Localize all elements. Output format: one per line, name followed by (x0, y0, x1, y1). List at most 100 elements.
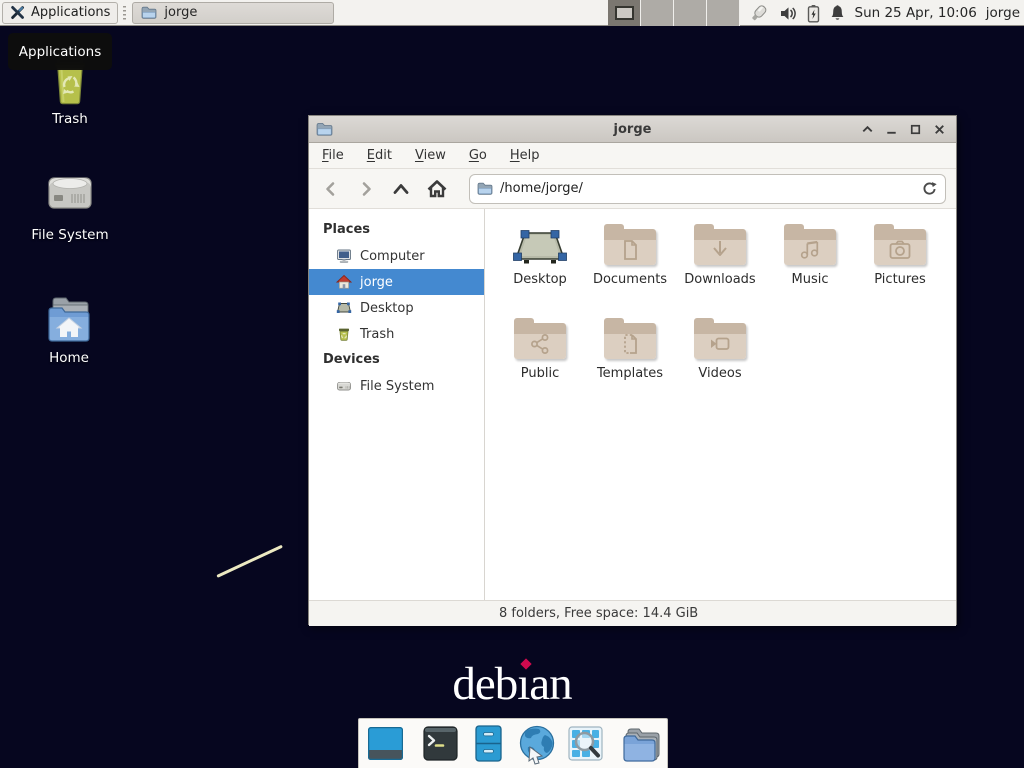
window-titlebar[interactable]: jorge (309, 116, 956, 143)
filesystem-label: File System (31, 227, 108, 243)
desktop-desk-icon (512, 224, 568, 265)
battery-charging-icon[interactable] (807, 4, 820, 23)
computer-icon (336, 248, 352, 264)
folder-item-pictures[interactable]: Pictures (855, 224, 945, 287)
location-bar[interactable]: /home/jorge/ (469, 174, 946, 204)
folder-item-documents[interactable]: Documents (585, 224, 675, 287)
menu-view[interactable]: View (415, 148, 446, 163)
taskbar-window-button[interactable]: jorge (132, 2, 334, 24)
sidebar-item-label: Computer (360, 249, 425, 264)
sidebar-item-label: Trash (360, 327, 394, 342)
location-path[interactable]: /home/jorge/ (500, 181, 914, 196)
menu-file[interactable]: File (322, 148, 344, 163)
location-folder-icon (477, 182, 493, 195)
maximize-button[interactable] (907, 121, 924, 138)
file-cabinet-icon[interactable] (468, 723, 509, 764)
status-bar: 8 folders, Free space: 14.4 GiB (309, 600, 956, 626)
panel-clock[interactable]: Sun 25 Apr, 10:06 (855, 5, 977, 21)
applications-menu-label: Applications (31, 5, 110, 20)
terminal-icon[interactable] (420, 723, 461, 764)
pointer-cursor (216, 545, 283, 578)
sidebar-item-label: File System (360, 379, 434, 394)
taskbar-window-label: jorge (164, 5, 197, 20)
toolbar: /home/jorge/ (309, 169, 956, 209)
sidebar-item-desktop[interactable]: Desktop (309, 295, 484, 321)
application-finder-icon[interactable] (565, 723, 606, 764)
devices-header: Devices (309, 347, 484, 373)
mouse-tray-icon[interactable] (748, 3, 770, 23)
status-text: 8 folders, Free space: 14.4 GiB (499, 606, 698, 621)
xfce-applications-icon (10, 5, 25, 20)
workspace-1[interactable] (608, 0, 641, 26)
home-folder-icon (43, 295, 95, 345)
back-button[interactable] (321, 179, 341, 199)
reload-icon[interactable] (921, 180, 938, 197)
sidebar-item-jorge[interactable]: jorge (309, 269, 484, 295)
folder-item-public[interactable]: Public (495, 318, 585, 381)
notifications-bell-icon[interactable] (829, 4, 846, 22)
folder-label: Downloads (684, 272, 755, 287)
folder-item-videos[interactable]: Videos (675, 318, 765, 381)
places-header: Places (309, 217, 484, 243)
panel-handle[interactable] (121, 6, 128, 20)
menu-bar: File Edit View Go Help (309, 143, 956, 169)
trash-small-icon (336, 326, 352, 342)
sidebar-item-trash[interactable]: Trash (309, 321, 484, 347)
music-folder-icon (784, 224, 836, 265)
workspace-3[interactable] (674, 0, 707, 26)
folder-label: Desktop (513, 272, 567, 287)
forward-button[interactable] (356, 179, 376, 199)
workspace-switcher[interactable] (608, 0, 740, 26)
file-manager-window: jorge File Edit View Go Help (308, 115, 957, 625)
folder-item-downloads[interactable]: Downloads (675, 224, 765, 287)
tooltip-text: Applications (19, 44, 101, 60)
menu-go[interactable]: Go (469, 148, 487, 163)
folder-label: Public (521, 366, 559, 381)
folder-label: Pictures (874, 272, 925, 287)
workspace-4[interactable] (707, 0, 740, 26)
home-button[interactable] (426, 179, 448, 199)
desktop-icon (336, 300, 352, 316)
folder-window-icon (141, 6, 157, 19)
close-button[interactable] (931, 121, 948, 138)
file-manager-icon[interactable] (620, 724, 662, 764)
hard-drive-icon (42, 166, 98, 222)
folder-item-templates[interactable]: Templates (585, 318, 675, 381)
debian-logo-text: debıan (452, 657, 571, 711)
volume-icon[interactable] (779, 5, 798, 22)
trash-label: Trash (52, 111, 88, 127)
web-browser-icon[interactable] (516, 723, 558, 765)
folder-label: Videos (698, 366, 741, 381)
menu-help[interactable]: Help (510, 148, 540, 163)
shade-button[interactable] (859, 121, 876, 138)
applications-menu-button[interactable]: Applications (2, 2, 118, 24)
side-pane: Places Computer (309, 209, 485, 600)
applications-tooltip: Applications (8, 33, 112, 70)
show-desktop-icon[interactable] (365, 723, 406, 764)
panel-username[interactable]: jorge (986, 5, 1020, 21)
folder-label: Music (792, 272, 829, 287)
folder-view[interactable]: Desktop Documents (486, 209, 956, 600)
workspace-window-preview (615, 6, 634, 20)
menu-edit[interactable]: Edit (367, 148, 392, 163)
folder-item-desktop[interactable]: Desktop (495, 224, 585, 287)
sidebar-item-filesystem[interactable]: File System (309, 373, 484, 399)
up-button[interactable] (391, 179, 411, 199)
window-content: Places Computer (309, 209, 956, 600)
public-folder-icon (514, 318, 566, 359)
downloads-folder-icon (694, 224, 746, 265)
debian-wordmark: debıan (0, 657, 1024, 711)
home-label: Home (49, 350, 89, 366)
folder-item-music[interactable]: Music (765, 224, 855, 287)
sidebar-item-label: jorge (360, 275, 393, 290)
templates-folder-icon (604, 318, 656, 359)
minimize-button[interactable] (883, 121, 900, 138)
system-tray: Sun 25 Apr, 10:06 jorge (748, 0, 1021, 26)
desktop-icon-filesystem[interactable]: File System (15, 166, 125, 243)
desktop-icon-home[interactable]: Home (14, 295, 124, 366)
top-panel: Applications jorge (0, 0, 1024, 26)
sidebar-item-computer[interactable]: Computer (309, 243, 484, 269)
sidebar-item-label: Desktop (360, 301, 414, 316)
pictures-folder-icon (874, 224, 926, 265)
workspace-2[interactable] (641, 0, 674, 26)
